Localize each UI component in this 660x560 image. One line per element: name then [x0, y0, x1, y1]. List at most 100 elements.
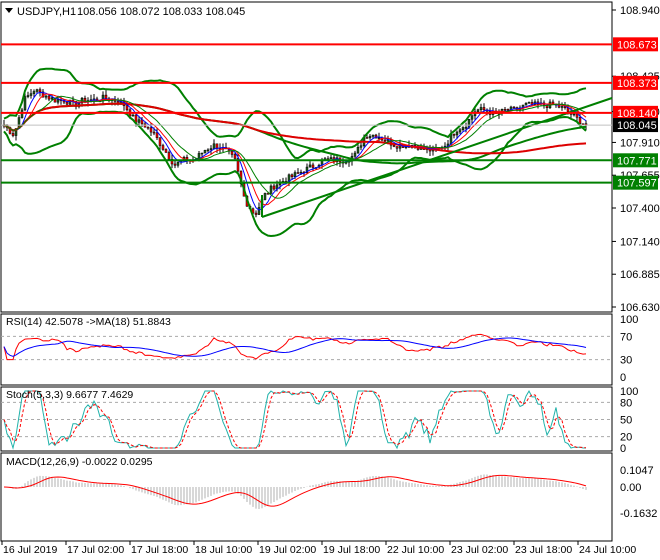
- candle-body: [200, 152, 204, 155]
- chart-header: USDJPY,H1 108.056 108.072 108.033 108.04…: [5, 6, 245, 18]
- time-tick-label: 19 Jul 02:00: [259, 544, 316, 556]
- current-price-label: 108.045: [617, 120, 657, 132]
- candle-body: [266, 193, 270, 195]
- candle-body: [308, 164, 312, 168]
- candle-body: [479, 107, 483, 111]
- macd-tick-label: 0.00: [620, 482, 641, 494]
- candle-body: [212, 143, 216, 149]
- candle-body: [23, 96, 27, 111]
- candle-body: [269, 185, 273, 194]
- candle-body: [137, 119, 141, 123]
- time-tick-label: 17 Jul 02:00: [67, 544, 124, 556]
- candle-body: [503, 108, 507, 111]
- candle-body: [293, 172, 297, 177]
- candle-body: [257, 207, 261, 215]
- candle-body: [311, 164, 315, 168]
- candle-body: [455, 131, 459, 136]
- candle-body: [167, 152, 171, 160]
- candle-body: [464, 127, 468, 129]
- candle-body: [29, 93, 33, 96]
- stochastic-label: Stoch(5,3,3) 9.6677 7.4629: [6, 389, 133, 401]
- candle-body: [65, 101, 69, 105]
- candle-body: [11, 133, 15, 136]
- candle-body: [368, 136, 372, 139]
- candle-body: [452, 134, 456, 136]
- rsi-tick-label: 0: [620, 372, 626, 384]
- level-price-label: 107.597: [617, 178, 657, 190]
- candle-body: [482, 107, 486, 111]
- candle-body: [176, 161, 180, 166]
- candle-body: [161, 145, 165, 150]
- candle-body: [35, 89, 39, 92]
- candle-body: [173, 163, 177, 166]
- candle-body: [578, 117, 582, 124]
- candle-body: [572, 113, 576, 116]
- candle-body: [104, 94, 108, 99]
- candle-body: [50, 97, 54, 100]
- level-price-label: 108.373: [617, 78, 657, 90]
- candle-body: [203, 149, 207, 154]
- candle-body: [44, 95, 48, 98]
- stochastic-tick-label: 0: [620, 443, 626, 455]
- candle-body: [527, 102, 531, 104]
- candle-body: [146, 126, 150, 129]
- time-tick-label: 16 Jul 2019: [3, 544, 57, 556]
- price-tick-label: 107.910: [620, 137, 660, 149]
- time-tick-label: 23 Jul 02:00: [451, 544, 508, 556]
- candle-body: [296, 172, 300, 174]
- candle-body: [152, 131, 156, 134]
- macd-label: MACD(12,26,9) -0.0022 0.0295: [6, 456, 153, 468]
- candle-body: [299, 171, 303, 174]
- candle-body: [125, 105, 129, 111]
- price-tick-label: 106.885: [620, 269, 660, 281]
- candle-body: [560, 106, 564, 108]
- time-tick-label: 17 Jul 18:00: [131, 544, 188, 556]
- candle-body: [470, 115, 474, 120]
- time-tick-label: 18 Jul 10:00: [195, 544, 252, 556]
- ohlc-values: 108.056 108.072 108.033 108.045: [77, 6, 245, 18]
- candle-body: [371, 134, 375, 137]
- rsi-tick-label: 100: [620, 314, 638, 326]
- candle-body: [209, 148, 213, 151]
- candle-body: [476, 109, 480, 112]
- stochastic-tick-label: 20: [620, 432, 632, 444]
- time-tick-label: 23 Jul 18:00: [515, 544, 572, 556]
- candle-body: [272, 185, 276, 190]
- candle-body: [461, 127, 465, 131]
- candle-body: [149, 127, 153, 133]
- candle-body: [506, 108, 510, 111]
- chart-canvas[interactable]: 108.940108.425108.150107.910107.655107.4…: [0, 0, 660, 560]
- rsi-tick-label: 30: [620, 355, 632, 367]
- candle-body: [458, 129, 462, 133]
- time-tick-label: 22 Jul 10:00: [387, 544, 444, 556]
- candle-body: [365, 137, 369, 139]
- time-tick-label: 19 Jul 18:00: [323, 544, 380, 556]
- candle-body: [164, 149, 168, 153]
- candle-body: [233, 154, 237, 159]
- candle-body: [230, 150, 234, 155]
- panel-frame: [0, 1, 613, 313]
- price-tick-label: 107.140: [620, 236, 660, 248]
- level-price-label: 107.771: [617, 155, 657, 167]
- candle-body: [56, 99, 60, 103]
- candle-body: [395, 146, 399, 149]
- candle-body: [353, 152, 357, 157]
- price-tick-label: 107.400: [620, 203, 660, 215]
- candle-body: [263, 193, 267, 200]
- candle-body: [158, 137, 162, 146]
- rsi-tick-label: 70: [620, 331, 632, 343]
- price-tick-label: 106.630: [620, 302, 660, 314]
- candle-body: [581, 123, 585, 125]
- candle-body: [26, 95, 30, 97]
- candle-body: [47, 95, 51, 100]
- candle-body: [254, 212, 258, 215]
- candle-body: [392, 144, 396, 147]
- candle-body: [359, 145, 363, 148]
- trading-chart-window: 108.940108.425108.150107.910107.655107.4…: [0, 0, 660, 560]
- rsi-label: RSI(14) 42.5078 ->MA(18) 51.8843: [6, 316, 171, 328]
- symbol-label: USDJPY,H1: [17, 6, 76, 18]
- stochastic-tick-label: 80: [620, 397, 632, 409]
- candle-body: [290, 174, 294, 177]
- price-tick-label: 108.940: [620, 5, 660, 17]
- candle-body: [524, 102, 528, 106]
